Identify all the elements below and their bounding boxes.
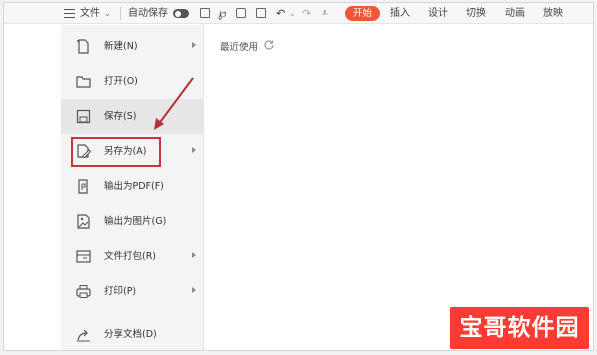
print-icon — [75, 283, 92, 300]
submenu-arrow-icon — [192, 252, 196, 258]
submenu-arrow-icon — [192, 42, 196, 48]
menu-item-label: 打开(O) — [104, 76, 138, 87]
tab-slideshow[interactable]: 放映 — [543, 3, 563, 24]
print-preview-icon[interactable] — [256, 8, 266, 18]
save-icon — [75, 108, 92, 125]
menu-item-label: 文件打包(R) — [104, 251, 157, 262]
menu-item-label: 输出为图片(G) — [104, 216, 167, 227]
menu-item-label: 保存(S) — [104, 111, 137, 122]
menu-item-label: 新建(N) — [104, 41, 138, 52]
autosave-label: 自动保存 — [128, 8, 168, 19]
tab-transition[interactable]: 切换 — [466, 3, 486, 24]
menu-item-label: 打印(P) — [104, 286, 137, 297]
print-quick-icon[interactable] — [236, 8, 246, 18]
submenu-arrow-icon — [192, 147, 196, 153]
new-file-icon — [75, 38, 92, 55]
menu-item-export-pdf[interactable]: 输出为PDF(F) — [61, 169, 204, 204]
customize-toolbar-icon[interactable]: ⩡ — [322, 3, 328, 24]
menu-item-label: 输出为PDF(F) — [104, 181, 164, 192]
recent-files-label: 最近使用 — [220, 42, 259, 53]
share-icon — [75, 326, 92, 343]
folder-open-icon — [75, 73, 92, 90]
tab-design[interactable]: 设计 — [428, 3, 448, 24]
app-window: 文件 ⌄ 自动保存 ℘ ↶ ⌄ ↷ ⩡ 开始 插入 设计 切换 动画 放映 新建… — [3, 2, 594, 351]
tab-start[interactable]: 开始 — [345, 6, 380, 21]
format-painter-icon[interactable]: ℘ — [218, 3, 226, 24]
export-image-icon — [75, 213, 92, 230]
save-as-highlight-box — [71, 137, 161, 167]
annotation-arrow-icon — [154, 77, 194, 130]
menu-item-label: 分享文档(D) — [104, 329, 157, 340]
refresh-icon[interactable] — [263, 39, 275, 51]
menu-item-new[interactable]: 新建(N) — [61, 29, 204, 64]
submenu-arrow-icon — [192, 287, 196, 293]
hamburger-menu-icon[interactable] — [64, 9, 75, 18]
left-gutter — [4, 25, 61, 350]
package-icon — [75, 248, 92, 265]
tab-insert[interactable]: 插入 — [390, 3, 410, 24]
redo-icon[interactable]: ↷ — [302, 3, 311, 24]
undo-dropdown-icon[interactable]: ⌄ — [289, 3, 296, 24]
screenshot-frame: 文件 ⌄ 自动保存 ℘ ↶ ⌄ ↷ ⩡ 开始 插入 设计 切换 动画 放映 新建… — [0, 0, 597, 355]
autosave-toggle[interactable] — [173, 9, 189, 18]
menu-item-package[interactable]: 文件打包(R) — [61, 239, 204, 274]
menu-item-share[interactable]: 分享文档(D) — [61, 317, 204, 350]
file-menu-button[interactable]: 文件 — [80, 3, 100, 24]
toolbar: 文件 ⌄ 自动保存 ℘ ↶ ⌄ ↷ ⩡ 开始 插入 设计 切换 动画 放映 — [4, 3, 593, 24]
export-pdf-icon — [75, 178, 92, 195]
undo-icon[interactable]: ↶ — [276, 3, 285, 24]
watermark-logo: 宝哥软件园 — [450, 307, 589, 349]
toolbar-divider — [120, 7, 121, 20]
menu-item-print[interactable]: 打印(P) — [61, 274, 204, 309]
tab-animation[interactable]: 动画 — [505, 3, 525, 24]
save-quick-icon[interactable] — [200, 8, 210, 18]
chevron-down-icon[interactable]: ⌄ — [104, 3, 111, 24]
menu-item-export-image[interactable]: 输出为图片(G) — [61, 204, 204, 239]
